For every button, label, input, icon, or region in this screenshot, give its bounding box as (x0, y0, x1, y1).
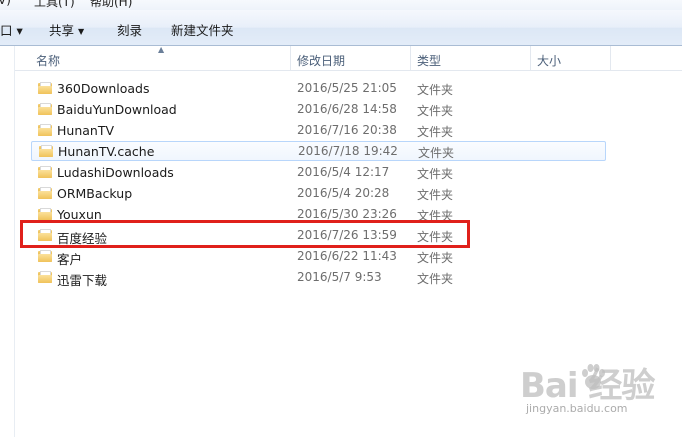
folder-icon (38, 103, 52, 115)
column-divider[interactable] (410, 46, 411, 70)
file-modified: 2016/5/4 12:17 (297, 165, 390, 179)
file-modified: 2016/5/7 9:53 (297, 270, 382, 284)
column-name[interactable]: 名称 (36, 52, 60, 69)
file-name: HunanTV (57, 123, 115, 138)
menu-help[interactable]: 帮助(H) (90, 0, 132, 10)
paw-icon (582, 364, 605, 389)
chevron-down-icon: ▼ (78, 27, 85, 36)
file-row[interactable]: LudashiDownloads 2016/5/4 12:17 文件夹 (31, 162, 606, 182)
column-headers: ▲ 名称 修改日期 类型 大小 (15, 45, 682, 71)
file-name: HunanTV.cache (58, 144, 155, 159)
menu-bar: V) 工具(T) 帮助(H) (0, 0, 682, 10)
folder-icon (38, 166, 52, 178)
baidu-jingyan-watermark: Bai 经验 jingyan.baidu.com (520, 358, 670, 418)
file-modified: 2016/7/18 19:42 (298, 144, 398, 158)
sort-ascending-icon: ▲ (158, 45, 165, 54)
file-modified: 2016/5/25 21:05 (297, 81, 397, 95)
file-modified: 2016/5/4 20:28 (297, 186, 390, 200)
share-button[interactable]: 共享 ▼ (49, 20, 84, 39)
folder-icon (38, 124, 52, 136)
file-type: 文件夹 (417, 104, 454, 118)
file-type: 文件夹 (417, 125, 454, 139)
share-label: 共享 (49, 23, 75, 38)
file-modified: 2016/7/16 20:38 (297, 123, 397, 137)
file-type: 文件夹 (417, 83, 454, 97)
folder-icon (38, 187, 52, 199)
file-row[interactable]: 迅雷下载 2016/5/7 9:53 文件夹 (31, 267, 606, 288)
file-name: 迅雷下载 (57, 273, 108, 288)
file-type: 文件夹 (418, 146, 455, 160)
column-modified[interactable]: 修改日期 (297, 52, 345, 69)
burn-button[interactable]: 刻录 (117, 20, 142, 39)
file-name: 360Downloads (57, 81, 150, 96)
command-bar: 口 ▾ 共享 ▼ 刻录 新建文件夹 (0, 10, 682, 46)
menu-view[interactable]: V) (0, 0, 11, 7)
folder-icon (38, 82, 52, 94)
watermark-url: jingyan.baidu.com (526, 402, 628, 415)
navigation-pane-edge (0, 46, 15, 437)
file-row[interactable]: BaiduYunDownload 2016/6/28 14:58 文件夹 (31, 99, 606, 119)
highlight-annotation (20, 220, 470, 248)
file-name: ORMBackup (57, 186, 133, 201)
file-modified: 2016/6/28 14:58 (297, 102, 397, 116)
column-size[interactable]: 大小 (537, 52, 561, 69)
file-name: 客户 (57, 252, 83, 267)
file-row[interactable]: 客户 2016/6/22 11:43 文件夹 (31, 246, 606, 267)
file-type: 文件夹 (417, 188, 454, 202)
organize-button-fragment[interactable]: 口 ▾ (0, 20, 23, 39)
file-name: LudashiDownloads (57, 165, 174, 180)
column-divider[interactable] (290, 46, 291, 70)
file-name: BaiduYunDownload (57, 102, 177, 117)
file-type: 文件夹 (417, 251, 454, 265)
file-row[interactable]: HunanTV 2016/7/16 20:38 文件夹 (31, 120, 606, 140)
file-row-hovered[interactable]: HunanTV.cache 2016/7/18 19:42 文件夹 (31, 141, 606, 161)
file-row[interactable]: ORMBackup 2016/5/4 20:28 文件夹 (31, 183, 606, 203)
folder-icon (39, 145, 53, 157)
column-divider[interactable] (530, 46, 531, 70)
new-folder-button[interactable]: 新建文件夹 (171, 20, 234, 39)
column-divider[interactable] (610, 46, 611, 70)
column-type[interactable]: 类型 (417, 52, 441, 69)
file-modified: 2016/5/30 23:26 (297, 207, 397, 221)
menu-tools[interactable]: 工具(T) (34, 0, 75, 10)
folder-icon (38, 208, 52, 220)
folder-icon (38, 250, 52, 262)
file-type: 文件夹 (417, 167, 454, 181)
file-modified: 2016/6/22 11:43 (297, 249, 397, 263)
folder-icon (38, 271, 52, 283)
file-row[interactable]: 360Downloads 2016/5/25 21:05 文件夹 (31, 78, 606, 98)
file-type: 文件夹 (417, 272, 454, 286)
